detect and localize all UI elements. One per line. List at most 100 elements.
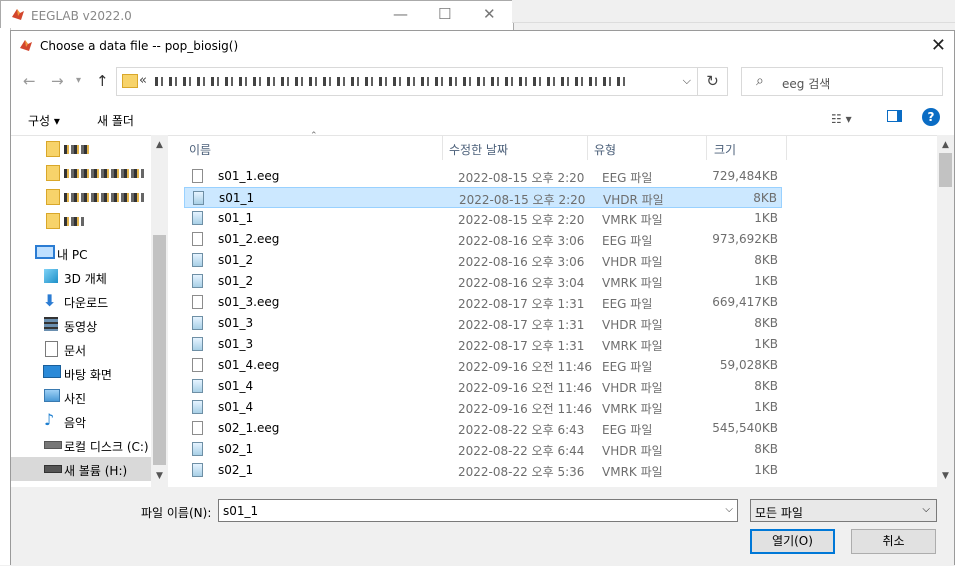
- sidebar-item-local-disk-c[interactable]: 로컬 디스크 (C:): [11, 433, 151, 457]
- open-button[interactable]: 열기(O): [750, 529, 835, 554]
- forward-button[interactable]: →: [51, 72, 64, 90]
- file-date: 2022-08-17 오후 1:31: [458, 339, 585, 353]
- file-row[interactable]: s01_3 2022-08-17 오후 1:31 VMRK 파일 1KB: [184, 334, 782, 355]
- file-row[interactable]: s01_4.eeg 2022-09-16 오전 11:46 EEG 파일 59,028…: [184, 355, 782, 376]
- file-icon: [192, 169, 203, 183]
- matlab-icon: [20, 40, 32, 51]
- dialog-close-icon[interactable]: ✕: [931, 35, 946, 56]
- file-date: 2022-08-22 오후 6:44: [458, 444, 585, 458]
- file-name: s02_1: [218, 442, 254, 456]
- background-window-title: EEGLAB v2022.0: [31, 9, 132, 23]
- file-date: 2022-08-17 오후 1:31: [458, 297, 585, 311]
- file-row[interactable]: s01_3.eeg 2022-08-17 오후 1:31 EEG 파일 669,417…: [184, 292, 782, 313]
- sidebar-item-3d-objects[interactable]: 3D 개체: [11, 265, 151, 289]
- file-row[interactable]: s01_4 2022-09-16 오전 11:46 VHDR 파일 8KB: [184, 376, 782, 397]
- scrollbar-thumb[interactable]: [939, 153, 952, 187]
- search-box[interactable]: ⌕ eeg 검색: [741, 67, 943, 96]
- file-row[interactable]: s02_1 2022-08-22 오후 5:36 VMRK 파일 1KB: [184, 460, 782, 481]
- sidebar-item-downloads[interactable]: ⬇ 다운로드: [11, 289, 151, 313]
- music-icon: ♪: [44, 410, 55, 429]
- cancel-button[interactable]: 취소: [851, 529, 936, 554]
- sidebar-item-pictures[interactable]: 사진: [11, 385, 151, 409]
- sidebar-item-documents[interactable]: 문서: [11, 337, 151, 361]
- file-size: 8KB: [754, 379, 778, 393]
- scroll-up-icon[interactable]: ▲: [151, 137, 168, 154]
- organize-button[interactable]: 구성 ▾: [28, 112, 60, 129]
- sidebar-item-new-volume-h[interactable]: 새 볼륨 (H:): [11, 457, 151, 481]
- file-type: VMRK 파일: [602, 276, 663, 290]
- file-row[interactable]: s02_1.eeg 2022-08-22 오후 6:43 EEG 파일 545,540…: [184, 418, 782, 439]
- file-size: 59,028KB: [719, 358, 778, 372]
- sidebar-item-redacted-2[interactable]: [11, 161, 151, 185]
- column-header-size[interactable]: 크기: [714, 141, 736, 158]
- file-name: s01_3: [218, 316, 254, 330]
- help-button[interactable]: ?: [922, 108, 940, 126]
- file-row[interactable]: s01_1 2022-08-15 오후 2:20 VHDR 파일 8KB: [184, 187, 782, 208]
- filetype-select[interactable]: 모든 파일 ⌵: [750, 499, 937, 522]
- file-date: 2022-08-22 오후 6:43: [458, 423, 585, 437]
- file-row[interactable]: s01_1.eeg 2022-08-15 오후 2:20 EEG 파일 729,484…: [184, 166, 782, 187]
- back-button[interactable]: ←: [23, 72, 36, 90]
- file-size: 8KB: [754, 442, 778, 456]
- column-divider[interactable]: [442, 135, 443, 160]
- text-file-icon: [192, 253, 203, 267]
- scroll-down-icon[interactable]: ▼: [937, 468, 954, 485]
- folder-icon: [46, 213, 60, 229]
- file-name: s02_1: [218, 463, 254, 477]
- chevron-down-icon[interactable]: ⌵: [725, 504, 733, 515]
- pc-icon: [35, 245, 55, 259]
- column-header-date[interactable]: 수정한 날짜: [449, 141, 508, 158]
- sidebar-item-this-pc[interactable]: 내 PC: [11, 241, 151, 265]
- column-divider[interactable]: [786, 135, 787, 160]
- scrollbar-thumb[interactable]: [153, 235, 166, 465]
- file-date: 2022-08-16 오후 3:04: [458, 276, 585, 290]
- file-date: 2022-08-17 오후 1:31: [458, 318, 585, 332]
- minimize-icon[interactable]: —: [393, 5, 408, 23]
- refresh-button[interactable]: ↻: [698, 67, 728, 96]
- view-options-icon[interactable]: ☷ ▾: [831, 112, 852, 126]
- file-list-scrollbar[interactable]: ▲ ▼: [937, 135, 954, 487]
- sidebar-item-redacted-4[interactable]: [11, 209, 151, 233]
- column-header-type[interactable]: 유형: [594, 141, 616, 158]
- preview-pane-icon[interactable]: [887, 110, 902, 122]
- address-bar[interactable]: « ⌵: [116, 67, 698, 96]
- maximize-icon[interactable]: ☐: [438, 5, 451, 23]
- file-row[interactable]: s02_1 2022-08-22 오후 6:44 VHDR 파일 8KB: [184, 439, 782, 460]
- up-button[interactable]: ↑: [96, 72, 109, 90]
- navigation-scrollbar[interactable]: ▲ ▼: [151, 135, 168, 487]
- video-icon: [44, 317, 58, 331]
- chevron-down-icon: ⌵: [922, 504, 930, 515]
- file-icon: [192, 295, 203, 309]
- column-divider[interactable]: [706, 135, 707, 160]
- file-row[interactable]: s01_2 2022-08-16 오후 3:06 VHDR 파일 8KB: [184, 250, 782, 271]
- text-file-icon: [192, 211, 203, 225]
- folder-icon: [46, 189, 60, 205]
- scroll-down-icon[interactable]: ▼: [151, 468, 168, 485]
- scroll-up-icon[interactable]: ▲: [937, 137, 954, 154]
- close-icon[interactable]: ✕: [483, 5, 496, 23]
- file-type: EEG 파일: [602, 423, 653, 437]
- column-divider[interactable]: [587, 135, 588, 160]
- file-size: 1KB: [754, 400, 778, 414]
- file-row[interactable]: s01_2 2022-08-16 오후 3:04 VMRK 파일 1KB: [184, 271, 782, 292]
- file-type: VHDR 파일: [602, 255, 663, 269]
- sidebar-item-desktop[interactable]: 바탕 화면: [11, 361, 151, 385]
- sidebar-item-redacted-3[interactable]: [11, 185, 151, 209]
- sidebar-item-music[interactable]: ♪ 음악: [11, 409, 151, 433]
- sidebar-item-redacted-1[interactable]: [11, 137, 151, 161]
- file-size: 8KB: [753, 191, 777, 205]
- file-type: VMRK 파일: [602, 213, 663, 227]
- chevron-down-icon[interactable]: ⌵: [683, 74, 691, 88]
- file-type: VHDR 파일: [602, 318, 663, 332]
- column-header-name[interactable]: 이름: [189, 141, 211, 158]
- file-type: VMRK 파일: [602, 402, 663, 416]
- recent-locations-icon[interactable]: ▾: [76, 75, 81, 86]
- address-prefix: «: [139, 73, 147, 88]
- sidebar-item-videos[interactable]: 동영상: [11, 313, 151, 337]
- new-folder-button[interactable]: 새 폴더: [97, 112, 134, 129]
- file-row[interactable]: s01_3 2022-08-17 오후 1:31 VHDR 파일 8KB: [184, 313, 782, 334]
- filename-input[interactable]: s01_1 ⌵: [218, 499, 738, 522]
- file-row[interactable]: s01_2.eeg 2022-08-16 오후 3:06 EEG 파일 973,692…: [184, 229, 782, 250]
- file-row[interactable]: s01_4 2022-09-16 오전 11:46 VMRK 파일 1KB: [184, 397, 782, 418]
- file-row[interactable]: s01_1 2022-08-15 오후 2:20 VMRK 파일 1KB: [184, 208, 782, 229]
